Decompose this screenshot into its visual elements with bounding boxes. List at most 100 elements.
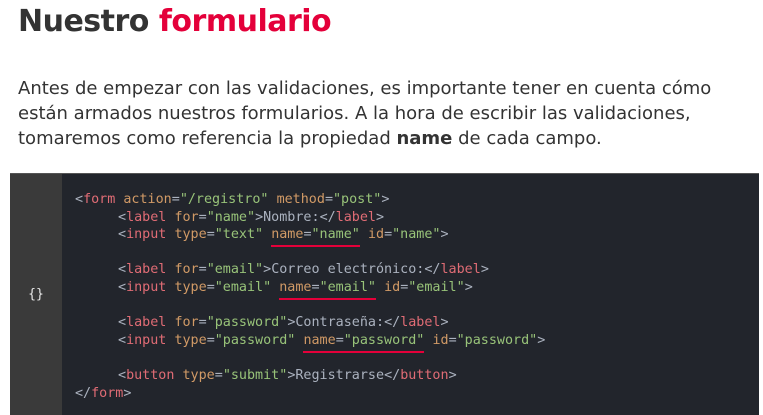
code-token: = bbox=[171, 192, 180, 207]
code-token: button bbox=[126, 367, 175, 383]
code-token: > bbox=[123, 385, 132, 401]
code-token: "text" bbox=[214, 227, 264, 243]
code-token: > bbox=[263, 262, 272, 278]
page-title: Nuestro formulario bbox=[18, 4, 332, 39]
code-token: > bbox=[448, 367, 457, 383]
code-line: <input type="password" name="password" i… bbox=[75, 332, 546, 353]
code-token: </ bbox=[319, 209, 336, 225]
code-token: form bbox=[91, 385, 124, 401]
code-token: < bbox=[118, 367, 127, 383]
code-token: "password" bbox=[214, 332, 296, 348]
code-token: = bbox=[311, 279, 320, 300]
code-token: > bbox=[537, 332, 546, 348]
code-token: Contraseña: bbox=[295, 315, 385, 331]
code-token: input bbox=[126, 332, 167, 348]
code-token: "email" bbox=[319, 279, 376, 300]
code-token: "password" bbox=[456, 332, 538, 348]
code-token: < bbox=[118, 332, 127, 348]
code-token: id bbox=[432, 332, 449, 348]
code-token: = bbox=[303, 227, 312, 248]
code-token: label bbox=[440, 262, 481, 278]
code-token: "/registro" bbox=[179, 192, 269, 207]
title-part2: formulario bbox=[158, 4, 332, 39]
code-token: id bbox=[384, 279, 401, 295]
code-token: < bbox=[118, 262, 127, 278]
code-token: = bbox=[198, 209, 207, 225]
code-token: = bbox=[198, 262, 207, 278]
code-token: id bbox=[367, 227, 385, 243]
code-token: = bbox=[448, 332, 457, 348]
code-token: </ bbox=[424, 262, 441, 278]
code-token: "name" bbox=[206, 209, 256, 225]
code-token: name bbox=[303, 332, 336, 353]
code-token: > bbox=[255, 209, 264, 225]
code-token: > bbox=[376, 209, 385, 225]
code-line: <button type="submit">Registrarse</butto… bbox=[75, 367, 545, 385]
code-token: "email" bbox=[206, 262, 264, 278]
code-token: button bbox=[400, 367, 449, 383]
code-token: "email" bbox=[214, 279, 272, 295]
code-token: "submit" bbox=[222, 367, 288, 383]
code-token: > bbox=[381, 192, 390, 207]
code-token: for bbox=[174, 315, 199, 331]
code-line: </form> bbox=[75, 385, 545, 403]
code-token: "password" bbox=[343, 332, 425, 353]
code-token: < bbox=[118, 227, 127, 243]
code-token: < bbox=[118, 209, 127, 225]
code-token: = bbox=[206, 332, 215, 348]
code-line: <label for="password">Contraseña:</label… bbox=[75, 314, 545, 332]
code-token: < bbox=[118, 315, 127, 331]
code-braces-icon: {} bbox=[10, 174, 62, 415]
code-token: type bbox=[174, 332, 207, 348]
code-token: "name" bbox=[392, 227, 441, 243]
code-token: "password" bbox=[206, 315, 288, 331]
code-token: type bbox=[182, 367, 215, 383]
code-token: for bbox=[174, 262, 199, 278]
code-token: label bbox=[126, 262, 167, 278]
code-token: Correo electrónico: bbox=[271, 262, 425, 278]
code-token: Registrarse bbox=[295, 367, 385, 383]
code-token: > bbox=[440, 315, 449, 331]
code-line: <input type="email" name="email" id="ema… bbox=[75, 279, 545, 300]
code-token: for bbox=[174, 209, 199, 225]
code-token: label bbox=[400, 315, 441, 331]
code-token: < bbox=[75, 192, 84, 207]
code-token: = bbox=[206, 279, 215, 295]
code-token: </ bbox=[75, 385, 92, 401]
intro-text: Antes de empezar con las validaciones, e… bbox=[18, 78, 712, 149]
code-token: "post" bbox=[333, 192, 382, 207]
code-line: <form action="/registro" method="post"> bbox=[75, 191, 545, 209]
code-token: name bbox=[271, 227, 304, 248]
code-token: > bbox=[464, 279, 473, 295]
code-token: action bbox=[123, 192, 172, 207]
code-token: method bbox=[276, 192, 325, 207]
code-token: label bbox=[335, 209, 376, 225]
code-token: "name" bbox=[311, 227, 360, 248]
code-token: = bbox=[384, 227, 393, 243]
code-token: > bbox=[440, 227, 449, 243]
code-token: = bbox=[335, 332, 344, 353]
intro-paragraph: Antes de empezar con las validaciones, e… bbox=[18, 76, 758, 151]
code-line: <input type="text" name="name" id="name"… bbox=[75, 226, 545, 248]
code-token: < bbox=[118, 279, 127, 295]
code-token: "email" bbox=[408, 279, 465, 295]
code-token: name bbox=[279, 279, 312, 300]
code-token: type bbox=[174, 227, 207, 243]
code-token: > bbox=[480, 262, 489, 278]
intro-bold: name bbox=[396, 128, 453, 149]
code-line: <label for="name">Nombre:</label> bbox=[75, 209, 545, 227]
title-part1: Nuestro bbox=[18, 4, 149, 39]
code-line: <label for="email">Correo electrónico:</… bbox=[75, 261, 545, 279]
code-token: form bbox=[83, 192, 116, 207]
code-token: </ bbox=[384, 315, 401, 331]
intro-text-end: de cada campo. bbox=[452, 128, 602, 149]
code-lines: <form action="/registro" method="post"> <… bbox=[75, 191, 545, 402]
code-block: {} <form action="/registro" method="post… bbox=[10, 173, 759, 415]
code-token: input bbox=[126, 227, 167, 243]
code-token: = bbox=[324, 192, 333, 207]
